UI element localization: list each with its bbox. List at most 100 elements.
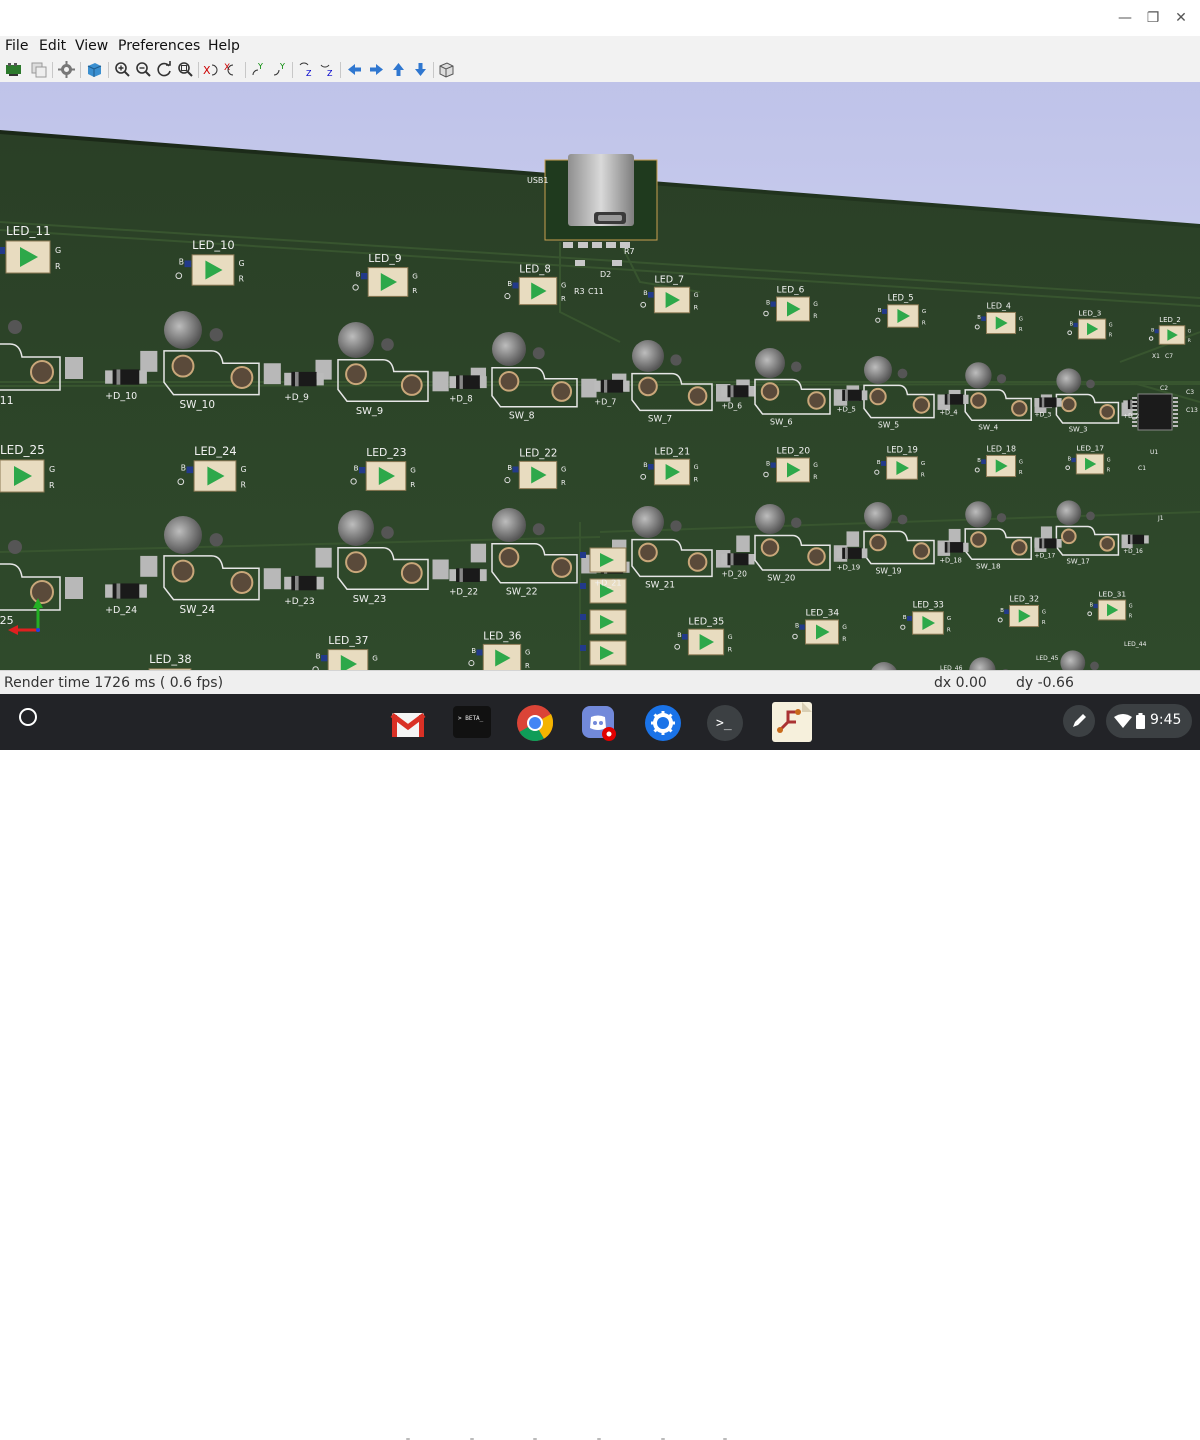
- diode-pad: [623, 380, 630, 392]
- zoom-out-icon[interactable]: [135, 61, 152, 78]
- led-pad: [1071, 457, 1076, 463]
- diode-band: [459, 568, 463, 582]
- zoom-in-icon[interactable]: [114, 61, 131, 78]
- led-label: LED_32: [1009, 594, 1039, 603]
- chip-pin: [1132, 401, 1137, 403]
- discord-icon[interactable]: [580, 704, 618, 742]
- battery-icon: [1136, 713, 1145, 729]
- led-pad: [882, 309, 887, 314]
- diode-label: +D_8: [449, 395, 472, 405]
- toolbar-separator: [108, 62, 109, 78]
- switch-pad: [315, 547, 332, 568]
- settings-icon[interactable]: [58, 61, 75, 78]
- close-button[interactable]: ✕: [1170, 8, 1192, 28]
- led-pin-r: R: [412, 286, 417, 295]
- rotate-x-cw-icon[interactable]: X: [203, 61, 220, 78]
- terminal-beta-icon[interactable]: > BETA_: [453, 706, 491, 738]
- diode-d_20: [721, 553, 755, 566]
- switch-socket: [171, 559, 195, 583]
- switch-pin: [532, 347, 545, 360]
- led-pin-r: R: [1019, 470, 1023, 476]
- diode-band: [947, 542, 951, 553]
- rotate-y-ccw-icon[interactable]: Y: [271, 61, 288, 78]
- led-pin-g: G: [921, 461, 925, 467]
- menu-preferences[interactable]: Preferences: [118, 38, 200, 54]
- ref-c1: C1: [1138, 465, 1146, 472]
- menu-edit[interactable]: Edit: [39, 38, 66, 54]
- switch-socket: [30, 360, 54, 384]
- led-pin-b: B: [877, 460, 881, 466]
- led-pin-b: B: [1068, 456, 1072, 462]
- chrome-icon[interactable]: [516, 704, 554, 742]
- gmail-icon[interactable]: [389, 706, 427, 744]
- move-right-icon[interactable]: [368, 61, 385, 78]
- led-pin-g: G: [49, 465, 55, 474]
- led-label: LED_35: [688, 616, 724, 627]
- system-tray[interactable]: 9:45: [1106, 704, 1192, 738]
- chip-pin: [1173, 401, 1178, 403]
- switch-stem: [338, 510, 374, 546]
- redraw-icon[interactable]: [156, 61, 173, 78]
- diode-label: +D_3: [1034, 412, 1051, 419]
- diode-band: [459, 375, 463, 389]
- led-pin-g: G: [1019, 316, 1023, 322]
- led-label: LED_21: [654, 446, 690, 457]
- rotate-z-cw-icon[interactable]: Z: [298, 61, 315, 78]
- diode-label: +D_18: [939, 557, 961, 565]
- kicad-pcbnew-icon[interactable]: [770, 700, 814, 744]
- menu-file[interactable]: File: [5, 38, 28, 54]
- reload-board-icon[interactable]: [5, 61, 22, 78]
- move-down-icon[interactable]: [412, 61, 429, 78]
- diode-d_7: [594, 379, 630, 393]
- stylus-tools-icon[interactable]: [1062, 704, 1096, 738]
- 3d-viewport[interactable]: GRBGRBGRBGRBGRBGRBGRBGRBGRBGRBGRBGRBGRBG…: [0, 82, 1200, 670]
- switch-socket: [345, 363, 367, 386]
- settings-icon[interactable]: [644, 704, 682, 742]
- diode-d_4: [939, 394, 969, 405]
- chip-pin: [1132, 425, 1137, 427]
- switch-pin: [996, 374, 1007, 384]
- led-pin-b: B: [1070, 321, 1074, 327]
- move-up-icon[interactable]: [390, 61, 407, 78]
- chip-pin: [1132, 421, 1137, 423]
- diode-pad: [479, 376, 487, 389]
- ortho-icon[interactable]: [438, 61, 455, 78]
- copy-image-icon[interactable]: [30, 61, 47, 78]
- svg-text:Y: Y: [279, 62, 285, 71]
- zoom-fit-icon[interactable]: [177, 61, 194, 78]
- ref-c3: C3: [1186, 389, 1194, 396]
- switch-socket: [498, 370, 520, 392]
- led-pad: [1093, 603, 1098, 609]
- move-left-icon[interactable]: [346, 61, 363, 78]
- ref-c11: C11: [588, 287, 604, 296]
- diode-label: +D_7: [594, 398, 616, 407]
- raytrace-icon[interactable]: [86, 61, 103, 78]
- led-pad: [648, 292, 654, 298]
- pcb-board-render[interactable]: GRBGRBGRBGRBGRBGRBGRBGRBGRBGRBGRBGRBGRBG…: [0, 82, 1200, 670]
- menu-view[interactable]: View: [75, 38, 108, 54]
- led-label: LED_8: [519, 264, 551, 275]
- menu-help[interactable]: Help: [208, 38, 240, 54]
- restore-button[interactable]: ❐: [1142, 8, 1164, 28]
- minimize-button[interactable]: —: [1114, 8, 1136, 28]
- led-pad: [476, 649, 483, 656]
- rotate-y-cw-icon[interactable]: Y: [250, 61, 267, 78]
- diode-pad: [284, 372, 292, 386]
- diode-d_19: [836, 547, 868, 559]
- switch-socket: [551, 381, 573, 402]
- led-pin-r: R: [1107, 467, 1111, 473]
- led-pin-g: G: [525, 649, 530, 657]
- diode-pad: [721, 386, 728, 397]
- led-label: LED_19: [887, 445, 918, 455]
- diode-band: [604, 379, 608, 393]
- switch-socket: [1099, 403, 1116, 420]
- led-pin-g: G: [1042, 609, 1046, 615]
- diode-label: +D_17: [1034, 553, 1055, 560]
- rotate-x-ccw-icon[interactable]: X: [224, 61, 241, 78]
- svg-text:X: X: [224, 63, 230, 73]
- ref-c2: C2: [1160, 385, 1168, 392]
- rotate-z-ccw-icon[interactable]: Z: [319, 61, 336, 78]
- diode-label: +D_10: [105, 391, 137, 402]
- launcher-icon[interactable]: [17, 706, 39, 728]
- diode-d_9: [284, 371, 324, 387]
